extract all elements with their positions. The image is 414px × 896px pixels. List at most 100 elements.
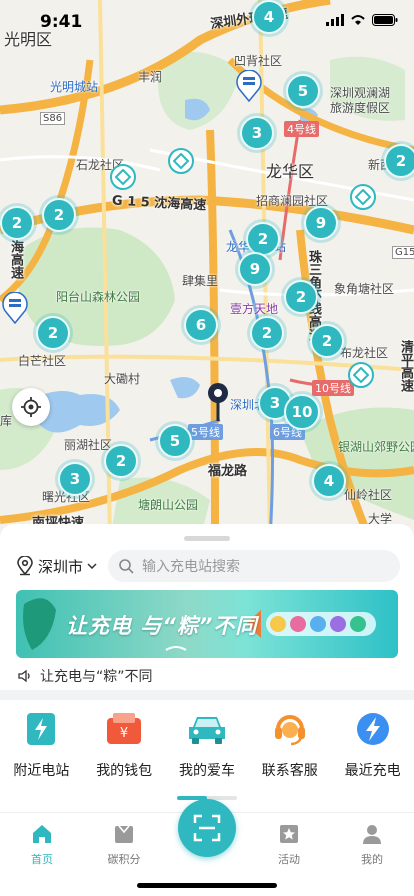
chevron-down-icon bbox=[87, 563, 97, 569]
charger-icon bbox=[173, 153, 189, 169]
station-marker[interactable] bbox=[348, 362, 374, 388]
shortcut-nearby-stations[interactable]: 附近电站 bbox=[0, 710, 83, 788]
bottom-sheet[interactable]: 深圳市 输入充电站搜索 让充电 与“粽”不同 让充电与“粽”不同 附近电站 ¥ … bbox=[0, 524, 414, 816]
map-label: 福龙路 bbox=[208, 464, 248, 479]
city-selector[interactable]: 深圳市 bbox=[16, 556, 108, 577]
location-icon bbox=[17, 556, 33, 576]
station-cluster[interactable]: 9 bbox=[238, 252, 272, 286]
station-cluster[interactable]: 4 bbox=[252, 0, 286, 34]
shortcut-label: 附近电站 bbox=[13, 763, 70, 779]
station-cluster[interactable]: 10 bbox=[284, 394, 320, 430]
station-cluster[interactable]: 2 bbox=[246, 222, 280, 256]
shortcut-my-car[interactable]: 我的爱车 bbox=[166, 710, 249, 788]
charger-icon bbox=[115, 169, 131, 185]
location-pin-icon bbox=[208, 383, 228, 421]
speaker-icon bbox=[18, 669, 30, 683]
search-placeholder: 输入充电站搜索 bbox=[142, 559, 240, 575]
map-label: 布龙社区 bbox=[340, 346, 389, 360]
banner-title: 让充电 与“粽”不同 bbox=[66, 614, 258, 638]
locate-button[interactable] bbox=[12, 388, 50, 426]
station-marker[interactable] bbox=[168, 148, 194, 174]
tab-label: 首页 bbox=[31, 853, 53, 866]
shortcut-label: 最近充电 bbox=[344, 763, 401, 779]
shortcut-label: 联系客服 bbox=[261, 763, 318, 779]
map-label: G15 bbox=[392, 246, 414, 259]
map-label: 海高速 bbox=[8, 240, 23, 279]
map-label: 白芒社区 bbox=[18, 354, 67, 368]
search-row: 深圳市 输入充电站搜索 bbox=[16, 550, 400, 582]
map-view[interactable]: 9:41 光明区 光明城站 丰润 S86 石龙社区 深圳外环高速 凹背社区 深圳… bbox=[0, 0, 414, 540]
map-label: 肆集里 bbox=[182, 274, 219, 288]
charging-station-icon bbox=[27, 713, 56, 745]
map-label: 清平高速 bbox=[398, 340, 413, 392]
tab-label: 我的 bbox=[361, 853, 383, 866]
map-label: 光明区 bbox=[4, 30, 53, 49]
wallet-icon: ¥ bbox=[107, 713, 142, 744]
tab-home[interactable]: 首页 bbox=[12, 823, 72, 867]
map-label: 仙岭社区 bbox=[344, 488, 393, 502]
status-icons bbox=[326, 14, 398, 26]
station-cluster[interactable]: 2 bbox=[310, 324, 344, 358]
train-station-icon[interactable] bbox=[236, 70, 262, 102]
station-cluster[interactable]: 2 bbox=[250, 316, 284, 350]
shortcut-recent-charge[interactable]: 最近充电 bbox=[331, 710, 414, 788]
station-cluster[interactable]: 2 bbox=[384, 144, 414, 178]
carbon-points-icon bbox=[115, 825, 133, 843]
station-marker[interactable] bbox=[350, 184, 376, 210]
home-icon bbox=[33, 825, 51, 843]
profile-icon bbox=[363, 825, 381, 844]
tab-profile[interactable]: 我的 bbox=[342, 823, 402, 867]
station-cluster[interactable]: 9 bbox=[304, 206, 338, 240]
station-cluster[interactable]: 3 bbox=[240, 116, 274, 150]
station-cluster[interactable]: 5 bbox=[286, 74, 320, 108]
map-label: 库 bbox=[0, 414, 13, 428]
tab-activity[interactable]: 活动 bbox=[259, 823, 319, 867]
customer-service-icon bbox=[274, 715, 305, 746]
map-label: 旅游度假区 bbox=[330, 101, 391, 115]
station-cluster[interactable]: 6 bbox=[184, 308, 218, 342]
station-cluster[interactable]: 2 bbox=[36, 316, 70, 350]
search-icon bbox=[119, 559, 134, 574]
shortcut-wallet[interactable]: ¥ 我的钱包 bbox=[83, 710, 166, 788]
station-cluster[interactable]: 2 bbox=[0, 206, 34, 240]
search-input[interactable]: 输入充电站搜索 bbox=[108, 550, 400, 582]
notice-bar[interactable]: 让充电与“粽”不同 bbox=[18, 666, 153, 686]
station-cluster[interactable]: 2 bbox=[104, 444, 138, 478]
promo-banner[interactable]: 让充电 与“粽”不同 bbox=[16, 590, 398, 658]
scan-icon bbox=[193, 814, 221, 842]
map-label: 光明城站 bbox=[50, 80, 99, 94]
train-station-icon[interactable] bbox=[2, 292, 28, 324]
section-divider bbox=[0, 690, 414, 700]
station-cluster[interactable]: 2 bbox=[284, 280, 318, 314]
tab-bar: 首页 碳积分 活动 我的 bbox=[0, 799, 414, 896]
sheet-grabber[interactable] bbox=[184, 536, 230, 541]
shortcut-label: 我的钱包 bbox=[96, 763, 153, 779]
map-label: 丽湖社区 bbox=[64, 438, 113, 452]
home-indicator bbox=[137, 883, 277, 888]
city-name: 深圳市 bbox=[38, 557, 84, 576]
crosshair-icon bbox=[21, 397, 41, 417]
shortcut-customer-service[interactable]: 联系客服 bbox=[248, 710, 331, 788]
notice-text: 让充电与“粽”不同 bbox=[40, 669, 153, 685]
map-label: 凹背社区 bbox=[234, 54, 283, 68]
recent-charge-icon bbox=[356, 713, 389, 745]
map-label: 丰润 bbox=[138, 70, 163, 84]
map-label: 壹方天地 bbox=[230, 302, 279, 316]
station-cluster[interactable]: 5 bbox=[158, 424, 192, 458]
battery-icon bbox=[372, 14, 398, 26]
car-icon bbox=[188, 717, 225, 744]
map-label: 5号线 bbox=[188, 424, 223, 440]
tab-label: 活动 bbox=[278, 853, 300, 866]
station-marker[interactable] bbox=[110, 164, 136, 190]
station-cluster[interactable]: 4 bbox=[312, 464, 346, 498]
tab-carbon-points[interactable]: 碳积分 bbox=[94, 823, 154, 867]
scan-button[interactable] bbox=[178, 799, 236, 857]
map-label: 阳台山森林公园 bbox=[56, 290, 141, 304]
station-cluster[interactable]: 3 bbox=[58, 462, 92, 496]
map-label: 银湖山郊野公园 bbox=[338, 440, 414, 454]
map-label: 大磡村 bbox=[104, 372, 141, 386]
map-label: 象角塘社区 bbox=[334, 282, 395, 296]
station-cluster[interactable]: 2 bbox=[42, 198, 76, 232]
charger-icon bbox=[355, 189, 371, 205]
charger-icon bbox=[353, 367, 369, 383]
